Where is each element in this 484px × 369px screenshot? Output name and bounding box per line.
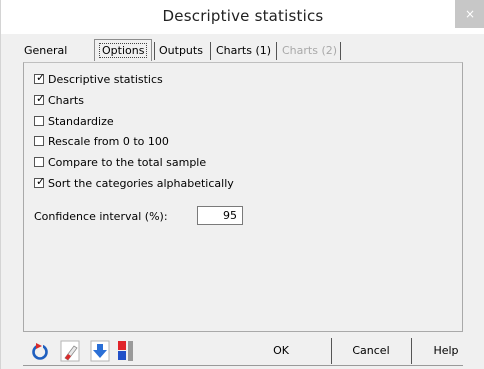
button-separator: [331, 338, 332, 364]
close-button[interactable]: ×: [455, 0, 484, 28]
ok-button[interactable]: OK: [251, 338, 311, 364]
help-button[interactable]: Help: [421, 338, 471, 364]
tab-separator: [210, 42, 211, 60]
eraser-icon: [60, 340, 80, 362]
checkbox[interactable]: [34, 136, 44, 146]
tab-charts-1[interactable]: Charts (1): [216, 42, 271, 60]
checkbox[interactable]: [34, 157, 44, 167]
reset-button[interactable]: [29, 338, 51, 364]
confidence-interval-label: Confidence interval (%):: [34, 210, 168, 223]
descriptive-statistics-dialog: Descriptive statistics × General Options…: [0, 0, 484, 369]
check-mark-icon: ✓: [36, 71, 46, 84]
button-separator: [411, 338, 412, 364]
tab-charts-2: Charts (2): [282, 44, 338, 57]
check-mark-icon: ✓: [36, 175, 46, 188]
cancel-button[interactable]: Cancel: [341, 338, 401, 364]
colors-button[interactable]: [117, 338, 139, 364]
confidence-interval-input[interactable]: 95: [197, 206, 243, 225]
checkbox[interactable]: ✓: [34, 71, 46, 84]
down-arrow-icon: [90, 340, 110, 362]
bottom-divider: [23, 365, 463, 366]
checkbox[interactable]: ✓: [34, 92, 46, 105]
tab-separator: [340, 42, 341, 60]
title-bar: Descriptive statistics ×: [1, 0, 484, 34]
tab-separator: [154, 42, 155, 60]
move-down-button[interactable]: [89, 338, 111, 364]
check-mark-icon: ✓: [36, 92, 46, 105]
tab-options[interactable]: Options: [99, 42, 148, 60]
reset-icon: [32, 343, 48, 360]
clear-button[interactable]: [59, 338, 81, 364]
tab-general[interactable]: General: [24, 42, 67, 60]
tab-outputs[interactable]: Outputs: [159, 42, 203, 60]
color-blocks-icon: [118, 341, 133, 361]
checkbox[interactable]: [34, 116, 44, 126]
dialog-title: Descriptive statistics: [162, 7, 324, 25]
options-panel: [23, 62, 463, 332]
tab-separator: [276, 42, 277, 60]
checkbox[interactable]: ✓: [34, 175, 46, 188]
